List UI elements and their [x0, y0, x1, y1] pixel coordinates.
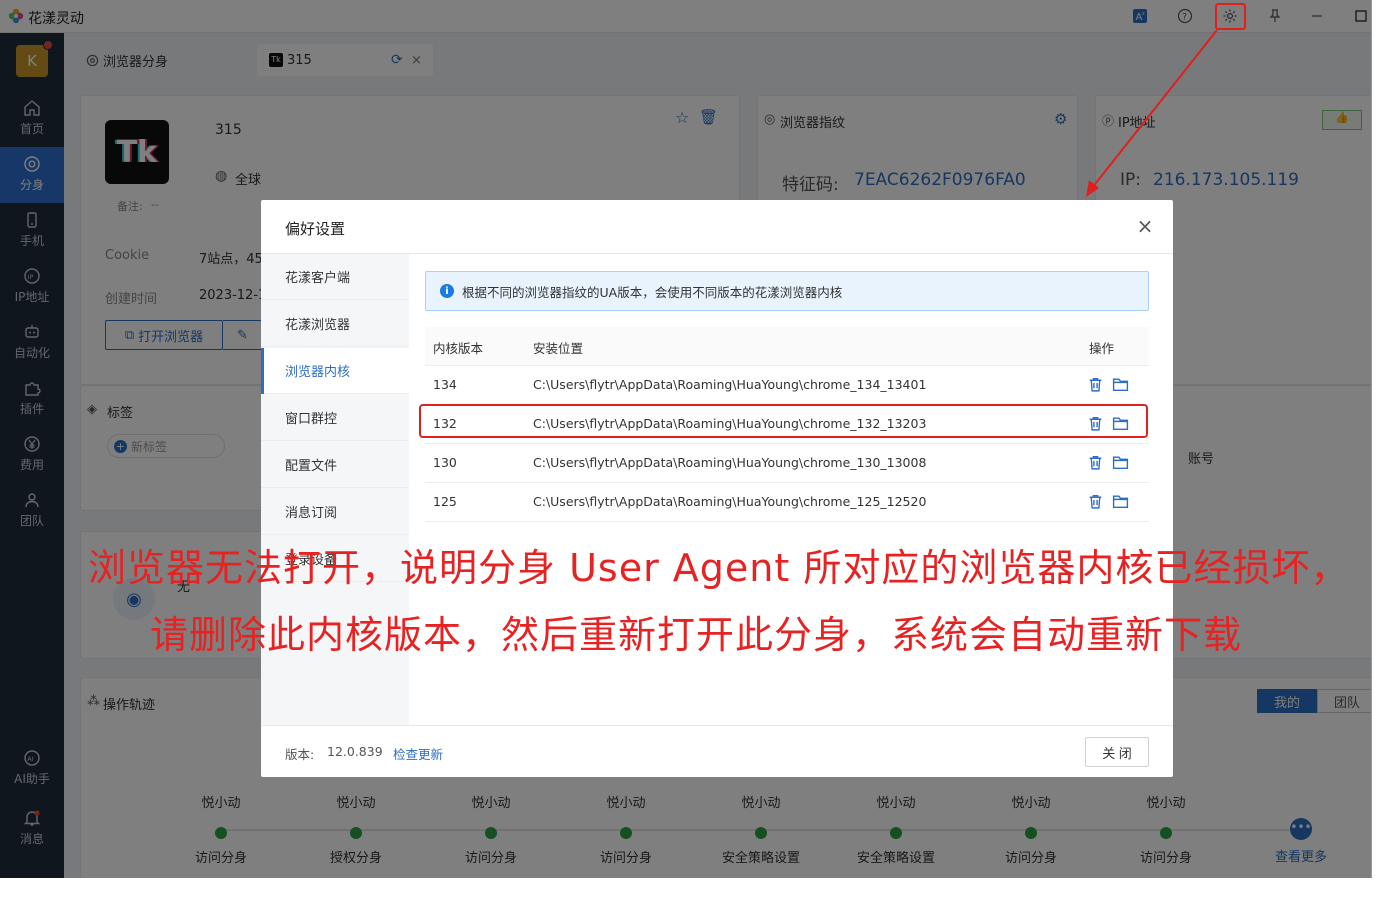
- folder-icon[interactable]: [1112, 493, 1129, 510]
- row-actions: [1087, 493, 1129, 510]
- app-window: 花漾灵动 Az ? K 首页 分身: [0, 0, 1372, 878]
- row-path: C:\Users\flytr\AppData\Roaming\HuaYoung\…: [533, 494, 927, 509]
- table-row: 125 C:\Users\flytr\AppData\Roaming\HuaYo…: [425, 483, 1149, 522]
- row-path: C:\Users\flytr\AppData\Roaming\HuaYoung\…: [533, 377, 927, 392]
- row-actions: [1087, 376, 1129, 393]
- menu-subscriptions-label: 消息订阅: [285, 506, 338, 521]
- table-row: 134 C:\Users\flytr\AppData\Roaming\HuaYo…: [425, 366, 1149, 405]
- menu-kernel-label: 浏览器内核: [285, 365, 351, 380]
- header-version: 内核版本: [433, 341, 484, 356]
- dialog-header: 偏好设置 ×: [261, 200, 1173, 254]
- dialog-footer: 版本: 12.0.839 检查更新 关 闭: [261, 725, 1173, 777]
- row-actions: [1087, 454, 1129, 471]
- gear-highlight-box: [1215, 3, 1246, 30]
- annotation-line-2: 请删除此内核版本，然后重新打开此分身，系统会自动重新下载: [150, 613, 1243, 657]
- header-path: 安装位置: [533, 341, 584, 356]
- table-header: 内核版本 安装位置 操作: [425, 327, 1149, 366]
- header-actions: 操作: [1089, 341, 1115, 356]
- version-value: 12.0.839: [327, 744, 383, 759]
- delete-icon[interactable]: [1087, 493, 1104, 510]
- screenshot-stage: 花漾灵动 Az ? K 首页 分身: [0, 0, 1400, 897]
- row-highlight-box: [419, 404, 1148, 438]
- row-version: 130: [433, 455, 457, 470]
- preferences-dialog: 偏好设置 × 花漾客户端 花漾浏览器 浏览器内核 窗口群控 配置文件 消息订阅 …: [261, 200, 1173, 777]
- row-version: 134: [433, 377, 457, 392]
- menu-client[interactable]: 花漾客户端: [261, 254, 409, 300]
- menu-client-label: 花漾客户端: [285, 271, 351, 286]
- menu-window-sync-label: 窗口群控: [285, 412, 338, 427]
- menu-config-files-label: 配置文件: [285, 459, 338, 474]
- row-version: 125: [433, 494, 457, 509]
- menu-subscriptions[interactable]: 消息订阅: [261, 489, 409, 535]
- menu-kernel[interactable]: 浏览器内核: [261, 348, 409, 394]
- delete-icon[interactable]: [1087, 376, 1104, 393]
- folder-icon[interactable]: [1112, 376, 1129, 393]
- menu-window-sync[interactable]: 窗口群控: [261, 395, 409, 441]
- menu-browser[interactable]: 花漾浏览器: [261, 301, 409, 347]
- close-icon[interactable]: ×: [1135, 216, 1155, 236]
- info-icon: i: [440, 284, 454, 298]
- close-button[interactable]: 关 闭: [1085, 737, 1149, 767]
- row-path: C:\Users\flytr\AppData\Roaming\HuaYoung\…: [533, 455, 927, 470]
- menu-config-files[interactable]: 配置文件: [261, 442, 409, 488]
- folder-icon[interactable]: [1112, 454, 1129, 471]
- version-label: 版本:: [285, 747, 315, 762]
- delete-icon[interactable]: [1087, 454, 1104, 471]
- info-alert: i 根据不同的浏览器指纹的UA版本，会使用不同版本的花漾浏览器内核: [425, 271, 1149, 311]
- info-text: 根据不同的浏览器指纹的UA版本，会使用不同版本的花漾浏览器内核: [462, 284, 843, 300]
- check-update-link[interactable]: 检查更新: [393, 744, 443, 763]
- menu-browser-label: 花漾浏览器: [285, 318, 351, 333]
- table-row: 130 C:\Users\flytr\AppData\Roaming\HuaYo…: [425, 444, 1149, 483]
- dialog-title: 偏好设置: [285, 220, 346, 238]
- annotation-line-1: 浏览器无法打开，说明分身 User Agent 所对应的浏览器内核已经损坏，: [88, 546, 1350, 590]
